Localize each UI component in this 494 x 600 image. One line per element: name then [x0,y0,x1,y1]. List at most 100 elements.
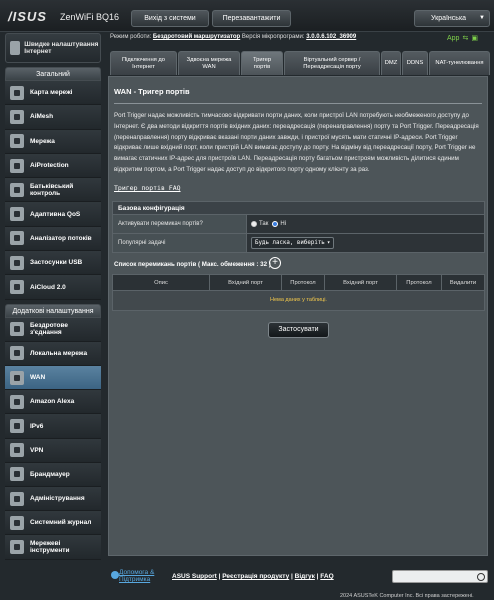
tab-dual-wan[interactable]: Здвоєна мережа WAN [178,51,240,75]
sidebar-item-label: VPN [30,446,44,454]
sidebar-item-wireless[interactable]: Бездротове з'єднання [5,317,101,342]
feedback-link[interactable]: Відгук [295,573,315,580]
operation-mode-link[interactable]: Бездротовий маршрутизатор [153,34,240,40]
sidebar-item-parental-control[interactable]: Батьківський контроль [5,178,101,203]
trigger-list-title: Список перемикань портів ( Макс. обмежен… [114,261,271,268]
model-name: ZenWiFi BQ16 [60,12,120,22]
column-header: Вхідний порт [210,275,282,290]
sidebar-item-label: AiMesh [30,113,54,121]
sidebar-item-lan[interactable]: Локальна мережа [5,341,101,367]
network-tools-icon [10,539,24,554]
quick-setup-icon [10,41,21,55]
well-known-apps-select[interactable]: Будь ласка, виберіть ▾ [251,237,335,249]
sidebar-item-network-tools[interactable]: Мережеві інструменти [5,535,101,560]
mode-label: Режим роботи: [110,34,152,40]
enable-yes-radio[interactable] [251,221,257,227]
aicloud-icon [10,280,24,295]
sidebar-item-label: Мережеві інструменти [30,539,70,554]
sidebar-item-label: Системний журнал [30,519,92,527]
faq-search-input[interactable] [392,570,488,583]
empty-table-message: Нема даних у таблиці. [112,291,485,311]
enable-port-trigger-row: Активувати перемикач портів? Так Ні [112,215,485,234]
content-panel: WAN - Тригер портів Port Trigger надає м… [108,76,488,556]
sidebar-item-adaptive-qos[interactable]: Адаптивна QoS [5,202,101,227]
sidebar-item-wan[interactable]: WAN [5,366,101,391]
page-title: WAN - Тригер портів [114,87,190,96]
advanced-menu: Бездротове з'єднання Локальна мережа WAN Am… [5,317,101,560]
sidebar-item-traffic-analyzer[interactable]: Аналізатор потоків [5,226,101,252]
adaptive-qos-icon [10,207,24,222]
sidebar-item-firewall[interactable]: Брандмауер [5,462,101,487]
sidebar-item-aiprotection[interactable]: AiProtection [5,153,101,179]
sidebar-item-system-log[interactable]: Системний журнал [5,511,101,536]
port-trigger-faq-link[interactable]: Тригер портів FAQ [114,184,181,192]
general-group-header: Загальний [5,67,101,81]
help-support-link[interactable]: Допомога & Підтримка [119,569,169,583]
sidebar-item-usb-apps[interactable]: Застосунки USB [5,251,101,276]
product-registration-link[interactable]: Реєстрація продукту [222,573,289,580]
firmware-version-link[interactable]: 3.0.0.6.102_36909 [306,34,356,40]
column-header: Видалити [449,280,477,286]
sidebar-item-label: Локальна мережа [30,349,88,357]
advanced-group-header: Додаткові налаштування [5,303,101,318]
tab-dmz[interactable]: DMZ [381,51,401,75]
basic-config-header: Базова конфігурація [112,201,485,215]
tab-virtual-server[interactable]: Віртуальний сервер / Переадресація порту [284,51,380,75]
enable-no-radio[interactable] [272,221,279,227]
language-select[interactable]: Українська ▼ [414,10,490,27]
title-divider [114,103,482,104]
add-rule-button[interactable]: + [269,257,281,269]
top-bar: /ISUS ZenWiFi BQ16 Вихід з системи Перез… [0,0,494,32]
network-status-icon[interactable]: ▣ [471,35,478,42]
tab-internet-connection[interactable]: Підключення до Інтернет [110,51,177,75]
app-label[interactable]: App [447,35,459,42]
sidebar-item-label: AiCloud 2.0 [30,283,66,291]
column-header: Протокол [397,275,442,290]
sidebar-item-label: Брандмауер [30,470,70,478]
aimesh-icon [10,109,24,124]
faq-link[interactable]: FAQ [320,573,333,580]
sidebar-item-label: Amazon Alexa [30,398,75,406]
sidebar-item-alexa[interactable]: Amazon Alexa [5,390,101,415]
apply-button[interactable]: Застосувати [268,322,329,338]
sidebar-item-label: Адаптивна QoS [30,210,81,218]
sidebar-item-ipv6[interactable]: IPv6 [5,414,101,439]
column-header: Вхідний порт [325,275,397,290]
enable-yes-label: Так [259,221,269,227]
wireless-icon [10,322,24,337]
tab-nat-passthrough[interactable]: NAT-тунелювання [429,51,490,75]
administration-icon [10,491,24,506]
chevron-down-icon: ▼ [479,15,485,21]
sidebar-item-aicloud[interactable]: AiCloud 2.0 [5,275,101,300]
search-icon[interactable] [477,573,485,581]
sidebar-item-network[interactable]: Мережа [5,129,101,154]
vpn-icon [10,443,24,458]
trigger-list-header: Опис Вхідний порт Протокол Вхідний порт … [112,274,485,291]
sidebar-item-label: Аналізатор потоків [30,234,92,242]
page-description: Port Trigger надає можливість тимчасово … [114,112,479,173]
alexa-icon [10,394,24,409]
sidebar-item-vpn[interactable]: VPN [5,438,101,463]
asus-support-link[interactable]: ASUS Support [172,573,217,580]
sidebar-item-network-map[interactable]: Карта мережі [5,81,101,106]
sidebar-item-label: AiProtection [30,162,69,170]
network-map-icon [10,85,24,100]
status-icons: App ⇆ ▣ [447,34,481,42]
usb-icon[interactable]: ⇆ [462,35,468,42]
wan-icon [10,370,24,385]
logout-button[interactable]: Вихід з системи [131,10,209,27]
sidebar-item-administration[interactable]: Адміністрування [5,486,101,512]
well-known-apps-row: Популярні задачі Будь ласка, виберіть ▾ [112,234,485,253]
quick-internet-setup-button[interactable]: Швидке налаштування Інтернет [5,33,101,63]
tab-port-trigger[interactable]: Тригер портів [241,51,283,75]
status-bar: Режим роботи: Бездротовий маршрутизатор … [110,34,494,46]
chevron-down-icon: ▾ [326,240,331,246]
sidebar-item-label: Застосунки USB [30,259,83,267]
reboot-button[interactable]: Перезавантажити [212,10,291,27]
well-known-apps-label: Популярні задачі [113,234,247,252]
sidebar-item-label: Карта мережі [30,89,73,97]
tab-ddns[interactable]: DDNS [402,51,428,75]
enable-port-trigger-label: Активувати перемикач портів? [113,215,247,233]
firmware-label: Версія мікропрограми: [241,34,305,40]
sidebar-item-aimesh[interactable]: AiMesh [5,105,101,130]
